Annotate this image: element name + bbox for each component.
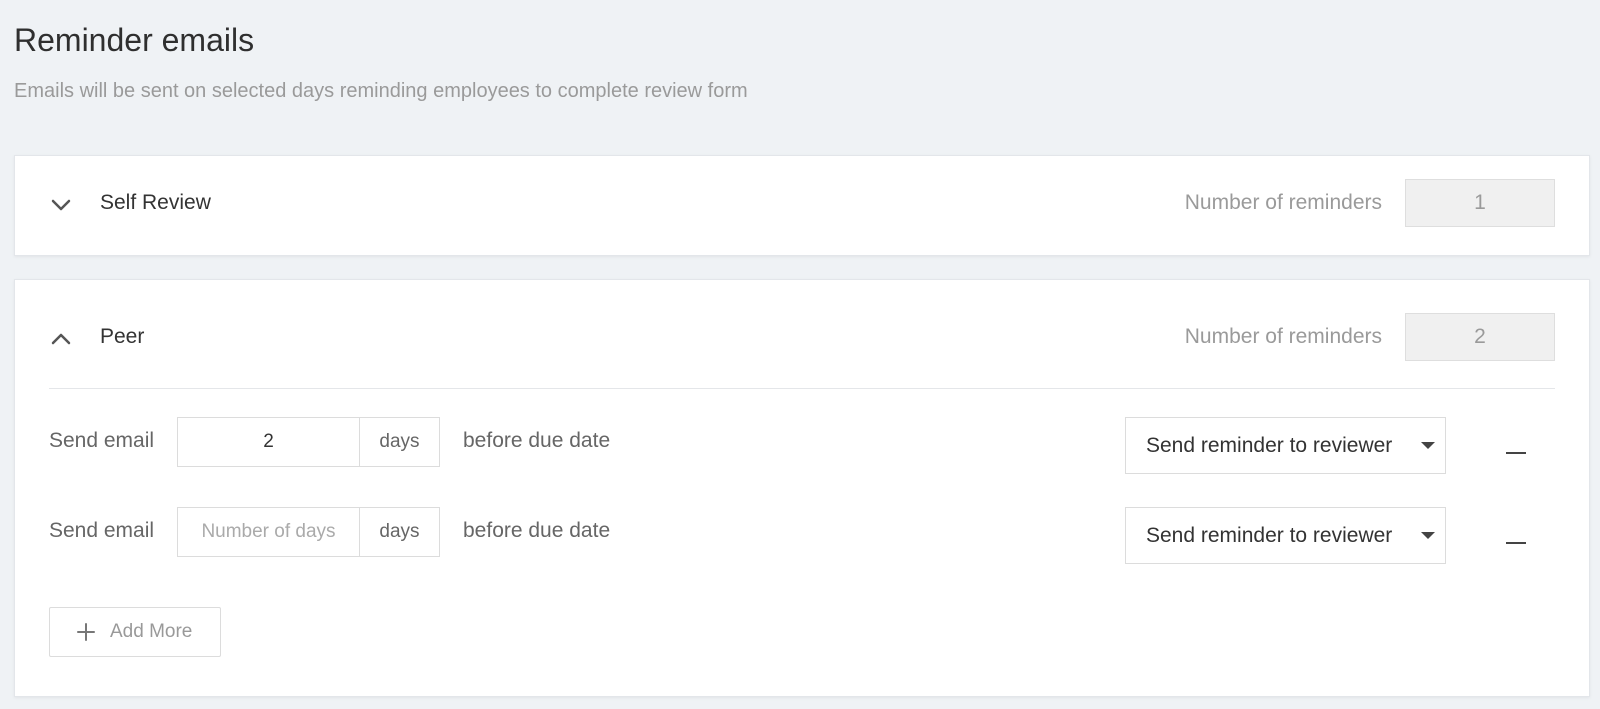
days-suffix: days bbox=[379, 431, 420, 452]
before-due-date-label: before due date bbox=[463, 519, 611, 542]
plus-icon bbox=[76, 622, 96, 642]
peer-reminders-count: 2 bbox=[1405, 313, 1555, 361]
self-review-reminders-label: Number of reminders bbox=[1184, 191, 1382, 214]
days-input[interactable] bbox=[178, 508, 360, 556]
days-suffix: days bbox=[379, 521, 420, 542]
days-input-group: days bbox=[177, 507, 440, 557]
section-divider bbox=[49, 388, 1555, 389]
self-review-card: Self Review Number of reminders 1 bbox=[14, 155, 1590, 256]
remove-row-button[interactable] bbox=[1505, 437, 1527, 459]
self-review-reminders-count: 1 bbox=[1405, 179, 1555, 227]
send-email-label: Send email bbox=[49, 519, 155, 542]
caret-down-icon bbox=[1421, 442, 1435, 449]
minus-icon bbox=[1506, 452, 1526, 454]
add-more-label: Add More bbox=[110, 621, 193, 642]
page-title: Reminder emails bbox=[14, 22, 255, 58]
recipient-select[interactable]: Send reminder to reviewer bbox=[1125, 417, 1446, 474]
peer-reminders-label: Number of reminders bbox=[1184, 325, 1382, 348]
minus-icon bbox=[1506, 542, 1526, 544]
peer-card: Peer Number of reminders 2 Send email da… bbox=[14, 279, 1590, 697]
before-due-date-label: before due date bbox=[463, 429, 611, 452]
days-input[interactable] bbox=[178, 418, 360, 466]
peer-title[interactable]: Peer bbox=[100, 325, 144, 349]
recipient-select-value: Send reminder to reviewer bbox=[1146, 433, 1393, 457]
chevron-down-icon[interactable] bbox=[50, 194, 72, 216]
chevron-up-icon[interactable] bbox=[50, 328, 72, 350]
recipient-select-value: Send reminder to reviewer bbox=[1146, 523, 1393, 547]
reminder-row: Send email days before due date Send rem… bbox=[49, 507, 1555, 564]
recipient-select[interactable]: Send reminder to reviewer bbox=[1125, 507, 1446, 564]
days-input-group: days bbox=[177, 417, 440, 467]
self-review-title[interactable]: Self Review bbox=[100, 191, 211, 215]
add-more-button[interactable]: Add More bbox=[49, 607, 221, 657]
remove-row-button[interactable] bbox=[1505, 527, 1527, 549]
send-email-label: Send email bbox=[49, 429, 155, 452]
caret-down-icon bbox=[1421, 532, 1435, 539]
page-subtitle: Emails will be sent on selected days rem… bbox=[14, 80, 748, 102]
reminder-row: Send email days before due date Send rem… bbox=[49, 417, 1555, 474]
